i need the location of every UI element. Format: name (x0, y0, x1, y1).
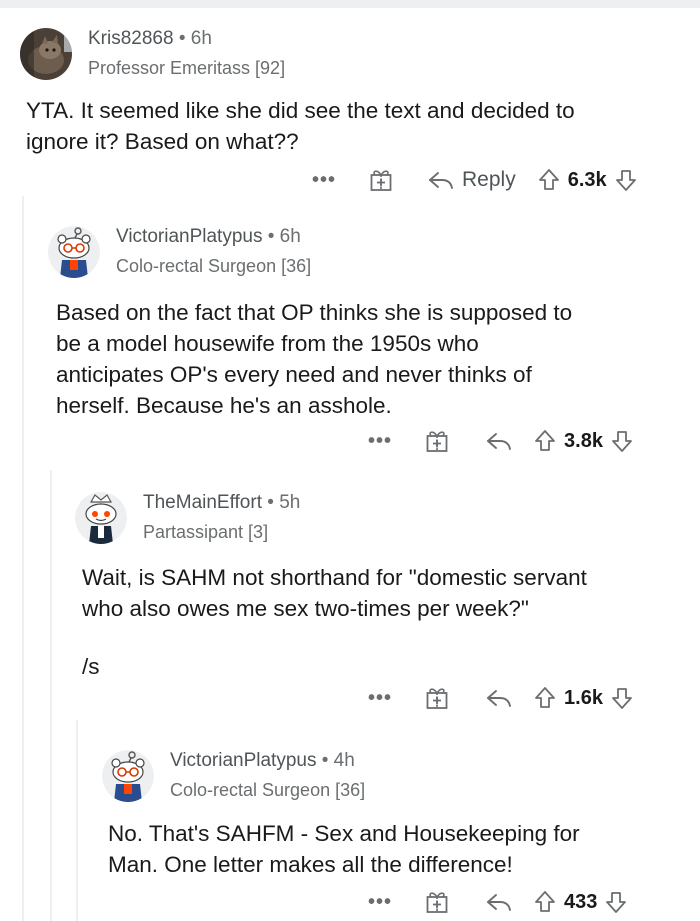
comment-body: Wait, is SAHM not shorthand for "domesti… (82, 565, 587, 621)
downvote-button[interactable] (611, 429, 633, 453)
gift-icon (370, 170, 392, 191)
avatar[interactable] (102, 750, 154, 802)
comment-meta: Kris82868 • 6h Professor Emeritass [92] (88, 28, 285, 80)
upvote-button[interactable] (534, 429, 556, 453)
snoo-avatar-icon (75, 492, 127, 544)
gift-icon (426, 688, 448, 709)
more-options-button[interactable]: ••• (368, 431, 392, 451)
timestamp[interactable]: 6h (191, 28, 212, 49)
cat-photo-icon (20, 28, 72, 80)
vote-count: 433 (564, 890, 598, 913)
separator-dot: • (267, 492, 274, 513)
comment-actions: ••• 433 (368, 887, 627, 917)
more-options-button[interactable]: ••• (368, 688, 392, 708)
award-button[interactable] (426, 686, 448, 710)
reply-arrow-icon (487, 433, 511, 450)
reply-button[interactable]: Reply (428, 168, 516, 192)
downvote-arrow-icon (612, 431, 632, 452)
upvote-button[interactable] (534, 686, 556, 710)
downvote-button[interactable] (605, 890, 627, 914)
comment-body: YTA. It seemed like she did see the text… (26, 98, 575, 154)
username[interactable]: VictorianPlatypus (116, 226, 262, 247)
snoo-avatar-icon (102, 750, 154, 802)
avatar[interactable] (75, 492, 127, 544)
reply-arrow-icon (487, 894, 511, 911)
thread-line (50, 470, 52, 921)
timestamp[interactable]: 5h (279, 492, 300, 513)
comment-body: Based on the fact that OP thinks she is … (56, 300, 573, 418)
upvote-arrow-icon (535, 687, 555, 708)
reply-button[interactable] (486, 892, 512, 912)
user-flair: Partassipant [3] (143, 522, 269, 542)
username[interactable]: TheMainEffort (143, 492, 262, 513)
upvote-arrow-icon (535, 430, 555, 451)
upvote-arrow-icon (538, 169, 559, 190)
reply-button[interactable] (486, 688, 512, 708)
separator-dot: • (178, 28, 186, 49)
comment-meta: TheMainEffort • 5h Partassipant [3] (143, 492, 300, 544)
timestamp[interactable]: 6h (280, 226, 301, 247)
reply-arrow-icon (487, 690, 511, 707)
username[interactable]: VictorianPlatypus (170, 750, 316, 771)
username[interactable]: Kris82868 (88, 28, 174, 49)
comment-meta: VictorianPlatypus • 4h Colo-rectal Surge… (170, 750, 365, 802)
comment-actions: ••• 1.6k (368, 683, 633, 713)
comment-body-sarcasm: /s (82, 654, 100, 679)
upvote-button[interactable] (534, 890, 556, 914)
vote-count: 3.8k (564, 429, 603, 452)
vote-count: 1.6k (564, 686, 603, 709)
avatar[interactable] (48, 226, 100, 278)
award-button[interactable] (426, 429, 448, 453)
separator-dot: • (267, 226, 275, 247)
downvote-button[interactable] (611, 686, 633, 710)
user-flair: Colo-rectal Surgeon [36] (116, 256, 312, 276)
vote-count: 6.3k (567, 168, 607, 191)
thread-line (22, 196, 24, 921)
downvote-arrow-icon (606, 892, 627, 913)
downvote-arrow-icon (612, 688, 632, 709)
more-options-button[interactable]: ••• (368, 892, 392, 912)
user-flair: Professor Emeritass [92] (88, 58, 286, 78)
reply-label: Reply (462, 168, 516, 191)
downvote-arrow-icon (615, 170, 636, 191)
user-flair: Colo-rectal Surgeon [36] (170, 780, 366, 800)
avatar[interactable] (20, 28, 72, 80)
timestamp[interactable]: 4h (334, 750, 355, 771)
award-button[interactable] (426, 890, 448, 914)
reply-button[interactable] (486, 431, 512, 451)
top-divider (0, 0, 700, 8)
comment-meta: VictorianPlatypus • 6h Colo-rectal Surge… (116, 226, 311, 278)
upvote-arrow-icon (535, 891, 555, 912)
downvote-button[interactable] (615, 168, 637, 192)
thread-line (76, 720, 78, 921)
gift-icon (426, 431, 448, 452)
snoo-avatar-icon (48, 226, 100, 278)
comment-actions: ••• 3.8k (368, 426, 633, 456)
more-options-button[interactable]: ••• (312, 170, 336, 190)
comment-body: No. That's SAHFM - Sex and Housekeeping … (108, 821, 580, 877)
gift-icon (426, 892, 448, 913)
comment-actions: ••• Reply 6.3k (312, 165, 637, 195)
reply-arrow-icon (429, 172, 453, 189)
award-button[interactable] (370, 168, 392, 192)
upvote-button[interactable] (538, 168, 560, 192)
separator-dot: • (321, 750, 329, 771)
